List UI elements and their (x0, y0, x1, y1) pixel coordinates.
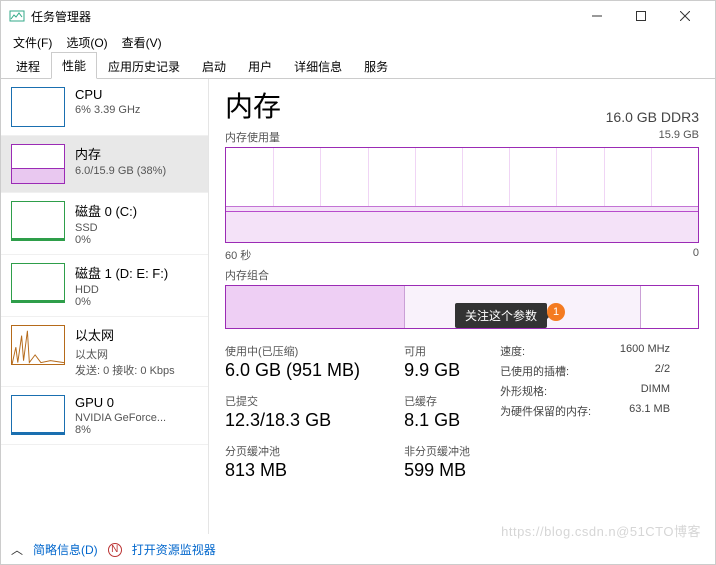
tab-details[interactable]: 详细信息 (283, 53, 353, 79)
inuse-label: 使用中(已压缩) (225, 343, 360, 359)
disk-thumb (11, 263, 65, 303)
paged-value: 813 MB (225, 460, 360, 481)
annotation-badge: 1 (547, 303, 565, 321)
sidebar-label: 磁盘 1 (D: E: F:) (75, 263, 198, 282)
nonpaged-value: 599 MB (404, 460, 470, 481)
detail-title: 内存 (225, 85, 281, 125)
axis-right: 0 (693, 247, 699, 263)
sidebar-item-cpu[interactable]: CPU 6% 3.39 GHz (1, 79, 208, 136)
sidebar-label: GPU 0 (75, 395, 198, 410)
footer: ︿ 简略信息(D) N 打开资源监视器 (11, 541, 705, 558)
reserved-label: 为硬件保留的内存: (500, 403, 591, 419)
close-button[interactable] (663, 1, 707, 31)
sidebar-sub: 发送: 0 接收: 0 Kbps (75, 362, 198, 378)
chevron-up-icon[interactable]: ︿ (11, 541, 23, 558)
cached-value: 8.1 GB (404, 410, 470, 431)
sidebar-sub: 0% (75, 234, 198, 246)
speed-label: 速度: (500, 343, 525, 359)
sidebar: CPU 6% 3.39 GHz 内存 6.0/15.9 GB (38%) 磁盘 … (1, 79, 209, 534)
tab-startup[interactable]: 启动 (191, 53, 237, 79)
inuse-value: 6.0 GB (951 MB) (225, 360, 360, 381)
sidebar-label: 内存 (75, 144, 198, 163)
tab-processes[interactable]: 进程 (5, 53, 51, 79)
sidebar-item-gpu[interactable]: GPU 0 NVIDIA GeForce... 8% (1, 387, 208, 445)
sidebar-sub: HDD (75, 284, 198, 296)
open-resource-monitor-link[interactable]: 打开资源监视器 (132, 541, 216, 558)
usage-label: 内存使用量 (225, 129, 280, 145)
menu-file[interactable]: 文件(F) (7, 32, 58, 53)
memory-spec-list: 速度: 1600 MHz 已使用的插槽: 2/2 外形规格: DIMM 为硬件保留的内… (500, 343, 670, 481)
commit-label: 已提交 (225, 393, 360, 409)
sidebar-sub: 8% (75, 424, 198, 436)
sidebar-sub: 6.0/15.9 GB (38%) (75, 165, 198, 177)
form-value: DIMM (641, 383, 670, 399)
axis-left: 60 秒 (225, 247, 251, 263)
form-label: 外形规格: (500, 383, 547, 399)
sidebar-label: 磁盘 0 (C:) (75, 201, 198, 220)
sidebar-sub: 6% 3.39 GHz (75, 104, 198, 116)
window-title: 任务管理器 (31, 8, 575, 25)
fewer-details-link[interactable]: 简略信息(D) (33, 541, 98, 558)
resource-monitor-icon: N (108, 543, 122, 557)
sidebar-label: 以太网 (75, 325, 198, 344)
tab-performance[interactable]: 性能 (51, 52, 97, 79)
menu-view[interactable]: 查看(V) (116, 32, 168, 53)
sidebar-item-memory[interactable]: 内存 6.0/15.9 GB (38%) (1, 136, 208, 193)
memory-thumb (11, 144, 65, 184)
menu-options[interactable]: 选项(O) (60, 32, 113, 53)
paged-label: 分页缓冲池 (225, 443, 360, 459)
cached-label: 已缓存 (404, 393, 470, 409)
sidebar-sub: 以太网 (75, 346, 198, 362)
sidebar-item-disk1[interactable]: 磁盘 1 (D: E: F:) HDD 0% (1, 255, 208, 317)
maximize-button[interactable] (619, 1, 663, 31)
sidebar-item-disk0[interactable]: 磁盘 0 (C:) SSD 0% (1, 193, 208, 255)
tabs: 进程 性能 应用历史记录 启动 用户 详细信息 服务 (1, 53, 715, 79)
app-icon (9, 8, 25, 24)
avail-value: 9.9 GB (404, 360, 470, 381)
cpu-thumb (11, 87, 65, 127)
minimize-button[interactable] (575, 1, 619, 31)
slots-label: 已使用的插槽: (500, 363, 569, 379)
tab-users[interactable]: 用户 (237, 53, 283, 79)
avail-label: 可用 (404, 343, 470, 359)
usage-max: 15.9 GB (659, 129, 699, 145)
composition-label: 内存组合 (225, 267, 269, 283)
sidebar-sub: 0% (75, 296, 198, 308)
sidebar-label: CPU (75, 87, 198, 102)
annotation-tooltip: 关注这个参数 (455, 303, 547, 328)
gpu-thumb (11, 395, 65, 435)
tab-app-history[interactable]: 应用历史记录 (97, 53, 191, 79)
detail-capacity: 16.0 GB DDR3 (606, 109, 699, 125)
titlebar: 任务管理器 (1, 1, 715, 31)
watermark: https://blog.csdn.n@51CTO博客 (501, 521, 701, 540)
speed-value: 1600 MHz (620, 343, 670, 359)
sidebar-item-ethernet[interactable]: 以太网 以太网 发送: 0 接收: 0 Kbps (1, 317, 208, 387)
sidebar-sub: SSD (75, 222, 198, 234)
slots-value: 2/2 (655, 363, 670, 379)
ethernet-thumb (11, 325, 65, 365)
reserved-value: 63.1 MB (629, 403, 670, 419)
menubar: 文件(F) 选项(O) 查看(V) (1, 31, 715, 53)
commit-value: 12.3/18.3 GB (225, 410, 360, 431)
disk-thumb (11, 201, 65, 241)
nonpaged-label: 非分页缓冲池 (404, 443, 470, 459)
detail-pane: 内存 16.0 GB DDR3 内存使用量 15.9 GB 60 秒 0 内存组… (209, 79, 715, 534)
memory-usage-chart (225, 147, 699, 243)
tab-services[interactable]: 服务 (353, 53, 399, 79)
sidebar-sub: NVIDIA GeForce... (75, 412, 198, 424)
